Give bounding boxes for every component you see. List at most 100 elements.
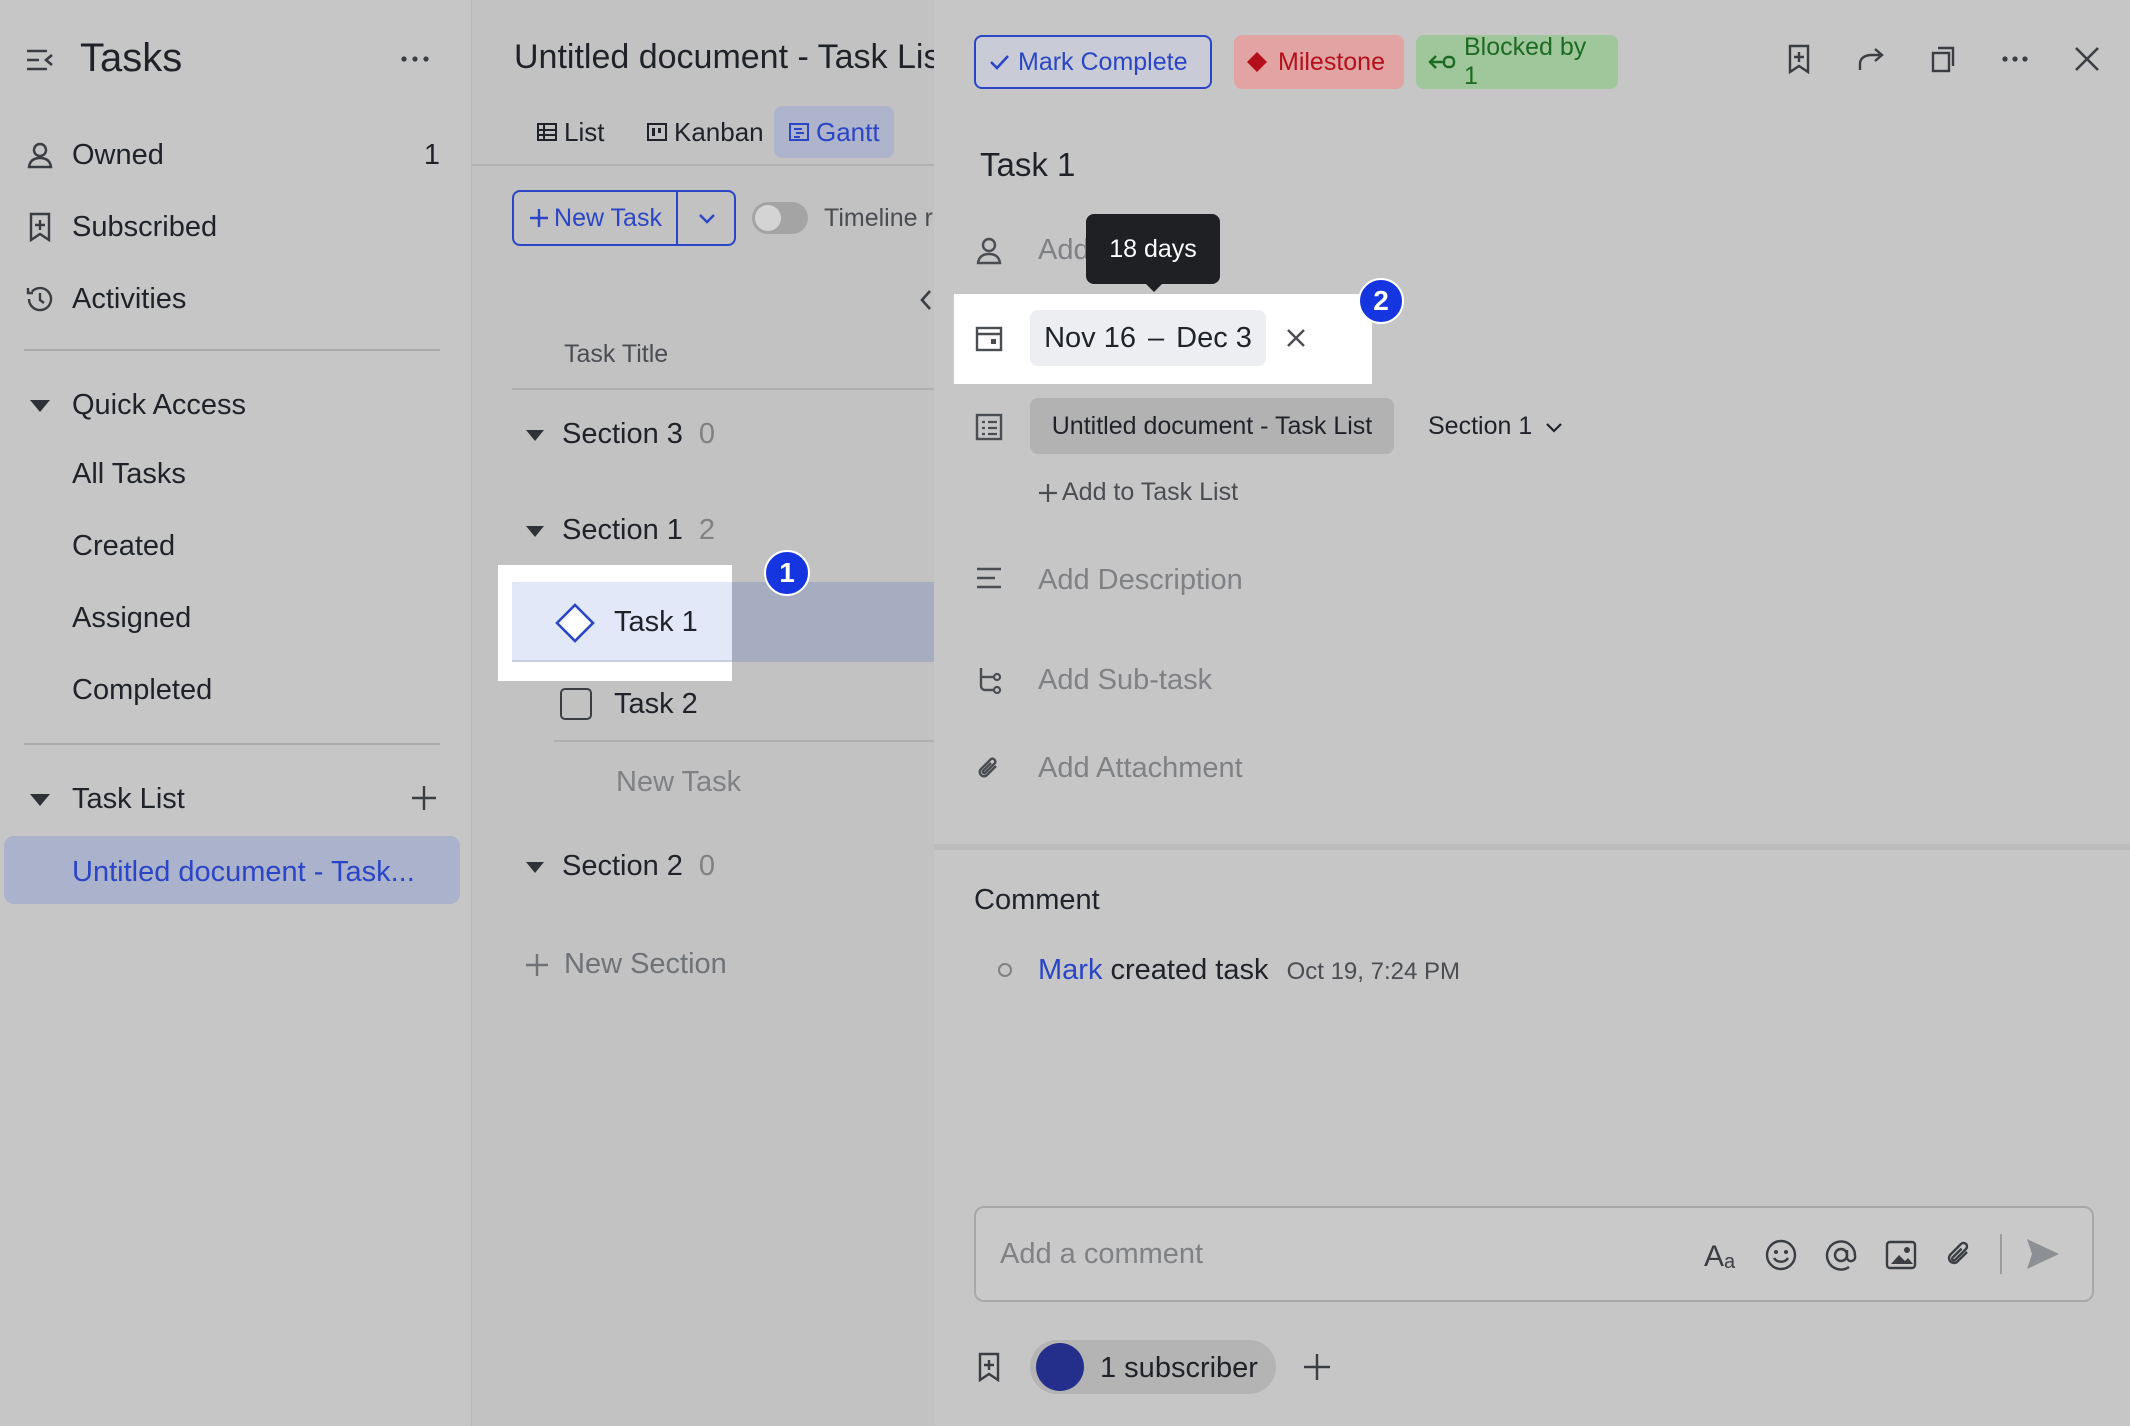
date-separator: – (1147, 321, 1165, 354)
task-detail-panel: Mark Complete Milestone Blocked by 1 Tas… (934, 0, 2130, 1426)
tab-list[interactable]: List (522, 106, 618, 158)
clear-date-icon[interactable] (1284, 326, 1308, 350)
sidebar-item-subscribed[interactable]: Subscribed (24, 198, 454, 256)
task-title-heading[interactable]: Task 1 (980, 146, 1075, 184)
attachment-icon[interactable] (1942, 1238, 1976, 1272)
task-list-name: Untitled document - Task List (1051, 411, 1373, 440)
end-date: Dec 3 (1176, 321, 1252, 354)
tab-label: List (564, 116, 605, 147)
gantt-icon (788, 121, 810, 143)
task-list-toggle[interactable]: Task List (24, 770, 454, 828)
close-icon[interactable] (2072, 44, 2102, 74)
history-icon (24, 283, 56, 315)
comment-box: Add a comment Aa (974, 1206, 2094, 1302)
row-divider (554, 740, 934, 742)
quick-access-toggle[interactable]: Quick Access (24, 376, 454, 434)
emoji-icon[interactable] (1764, 1238, 1798, 1272)
sidebar-item-completed[interactable]: Completed (72, 674, 212, 707)
sidebar-item-all-tasks[interactable]: All Tasks (72, 458, 186, 491)
divider (24, 743, 440, 745)
owned-count: 1 (423, 138, 440, 171)
caret-down-icon (522, 518, 548, 544)
task-list-icon (974, 412, 1004, 442)
sidebar-item-label: Subscribed (72, 210, 218, 243)
subscribers-chip[interactable]: 1 subscriber (1030, 1340, 1276, 1394)
section-select[interactable]: Section 1 (1428, 412, 1564, 441)
divider (24, 349, 440, 351)
sidebar-item-label: Owned (72, 138, 164, 171)
tab-gantt[interactable]: Gantt (774, 106, 894, 158)
date-range-field[interactable]: Nov 16 – Dec 3 (1030, 310, 1266, 366)
timeline-toggle[interactable] (752, 202, 808, 234)
copy-icon[interactable] (1928, 44, 1958, 74)
section-2-header[interactable]: Section 2 0 (522, 850, 715, 883)
add-task-list-icon[interactable] (408, 782, 440, 814)
tab-label: Kanban (674, 116, 764, 147)
new-section-button[interactable]: New Section (524, 948, 727, 981)
caret-down-icon (24, 389, 56, 421)
table-row[interactable]: Task 1 (512, 582, 732, 662)
annotation-badge-1: 1 (764, 550, 810, 596)
plus-icon (1038, 483, 1058, 503)
subscribe-bookmark-icon[interactable] (1784, 44, 1814, 74)
tab-kanban[interactable]: Kanban (632, 106, 778, 158)
avatar (1036, 1343, 1084, 1391)
toolbar-separator (2000, 1234, 2002, 1274)
duration-tooltip: 18 days (1086, 214, 1220, 284)
sidebar-item-owned[interactable]: Owned 1 (24, 126, 454, 184)
sidebar-item-assigned[interactable]: Assigned (72, 602, 191, 635)
timeline-label: Timeline r (824, 204, 933, 232)
tooltip-arrow (1144, 282, 1164, 292)
add-subscriber-icon[interactable] (1302, 1352, 1332, 1382)
sidebar-item-activities[interactable]: Activities (24, 270, 454, 328)
section-1-header[interactable]: Section 1 2 (522, 514, 715, 547)
mention-icon[interactable] (1824, 1238, 1858, 1272)
activity-user-link[interactable]: Mark (1038, 954, 1102, 986)
description-icon (974, 564, 1004, 594)
more-options-icon[interactable] (2000, 44, 2030, 74)
subscribe-icon[interactable] (974, 1352, 1004, 1382)
mark-complete-label: Mark Complete (1018, 47, 1188, 76)
sidebar-item-label: Activities (72, 282, 187, 315)
collapse-chevron-icon[interactable] (918, 288, 934, 312)
quick-access-label: Quick Access (72, 388, 247, 421)
section-name: Section 2 (562, 850, 683, 882)
blocked-by-tag[interactable]: Blocked by 1 (1416, 33, 1618, 90)
share-icon[interactable] (1856, 44, 1886, 74)
task-list-label: Task List (72, 782, 185, 815)
milestone-tag[interactable]: Milestone (1234, 35, 1404, 89)
section-3-header[interactable]: Section 3 0 (522, 418, 715, 451)
mark-complete-button[interactable]: Mark Complete (974, 35, 1212, 89)
add-attachment-button[interactable]: Add Attachment (1038, 752, 1243, 785)
text-format-icon[interactable]: Aa (1704, 1238, 1742, 1272)
section-count: 2 (698, 514, 716, 546)
svg-text:A: A (1704, 1240, 1724, 1272)
section-count: 0 (698, 418, 716, 450)
new-task-dropdown[interactable] (680, 192, 734, 244)
sidebar-item-untitled-task-list[interactable]: Untitled document - Task... (4, 836, 460, 904)
assignee-input[interactable]: Add (1038, 234, 1090, 267)
assignee-icon (974, 235, 1004, 265)
annotation-badge-2: 2 (1358, 278, 1404, 324)
add-subtask-button[interactable]: Add Sub-task (1038, 664, 1212, 697)
add-to-task-list-button[interactable]: Add to Task List (1038, 478, 1238, 507)
sidebar-item-label: Untitled document - Task... (72, 856, 415, 888)
diamond-icon (1246, 51, 1268, 73)
task-list-tag[interactable]: Untitled document - Task List (1030, 398, 1394, 454)
collapse-sidebar-icon[interactable] (24, 44, 56, 76)
more-options-icon[interactable] (398, 42, 432, 76)
calendar-icon (974, 324, 1004, 354)
milestone-diamond-icon[interactable] (554, 602, 596, 644)
send-icon[interactable] (2024, 1236, 2062, 1272)
chevron-down-icon (696, 207, 718, 229)
new-section-label: New Section (564, 948, 727, 980)
new-task-inline[interactable]: New Task (616, 766, 741, 799)
table-row[interactable]: Task 2 (512, 668, 934, 742)
sidebar-item-created[interactable]: Created (72, 530, 175, 563)
new-task-button[interactable]: New Task (514, 192, 678, 244)
image-icon[interactable] (1884, 1238, 1918, 1272)
caret-down-icon (522, 422, 548, 448)
add-description-field[interactable]: Add Description (1038, 564, 1243, 597)
task-checkbox[interactable] (560, 688, 592, 720)
comment-input[interactable]: Add a comment (1000, 1238, 1203, 1271)
